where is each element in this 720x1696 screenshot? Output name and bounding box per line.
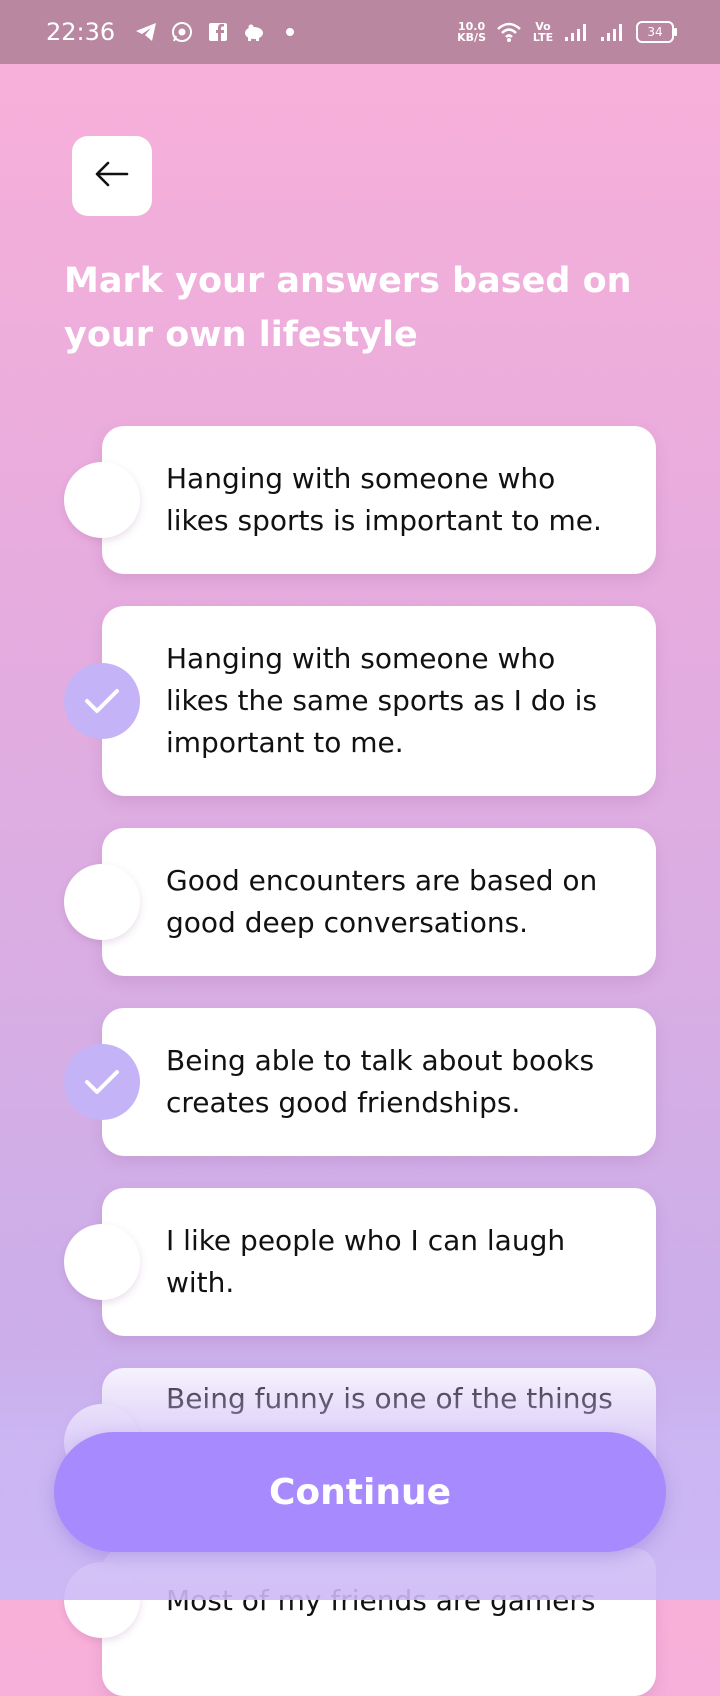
answer-option-5-checkbox[interactable]: [64, 1224, 140, 1300]
wifi-icon: [496, 19, 522, 45]
whatsapp-icon: [169, 19, 195, 45]
answer-option-5[interactable]: I like people who I can laugh with.: [102, 1188, 656, 1336]
answer-option-2[interactable]: Hanging with someone who likes the same …: [102, 606, 656, 796]
answer-option-4-checkbox[interactable]: [64, 1044, 140, 1120]
checkmark-icon: [85, 1070, 119, 1094]
answer-option-text: Most of my friends are gamers: [166, 1584, 596, 1617]
answer-option-4[interactable]: Being able to talk about books creates g…: [102, 1008, 656, 1156]
page-title: Mark your answers based on your own life…: [64, 261, 632, 355]
dot-icon: [277, 19, 303, 45]
arrow-left-icon: [95, 161, 129, 191]
status-time: 22:36: [46, 18, 116, 46]
answer-option-3[interactable]: Good encounters are based on good deep c…: [102, 828, 656, 976]
answer-option-text: I like people who I can laugh with.: [166, 1224, 566, 1299]
answer-option-text: Hanging with someone who likes sports is…: [166, 462, 602, 537]
answer-option-text: Being able to talk about books creates g…: [166, 1044, 595, 1119]
network-speed: 10.0 KB/S: [457, 21, 486, 43]
answer-option-7[interactable]: Most of my friends are gamers: [102, 1548, 656, 1696]
signal-icon: [600, 19, 626, 45]
piggy-bank-icon: [241, 19, 267, 45]
answer-option-3-checkbox[interactable]: [64, 864, 140, 940]
answer-option-text: Being funny is one of the things: [166, 1382, 613, 1415]
volte-label: Vo LTE: [532, 20, 554, 44]
answer-option-text: Hanging with someone who likes the same …: [166, 642, 597, 759]
system-icons: 10.0 KB/S Vo LTE 34: [457, 19, 677, 45]
status-bar: 22:36 10.0 KB/S Vo LTE 34: [0, 0, 720, 64]
checkmark-icon: [85, 689, 119, 713]
telegram-icon: [133, 19, 159, 45]
answer-option-2-checkbox[interactable]: [64, 663, 140, 739]
battery-indicator: 34: [636, 21, 677, 43]
network-speed-unit: KB/S: [457, 31, 486, 44]
facebook-icon: [205, 19, 231, 45]
back-button[interactable]: [72, 136, 152, 216]
notification-icons: [133, 19, 303, 45]
answer-option-1[interactable]: Hanging with someone who likes sports is…: [102, 426, 656, 574]
continue-button[interactable]: Continue: [54, 1432, 666, 1552]
signal-icon: [564, 19, 590, 45]
answer-option-text: Good encounters are based on good deep c…: [166, 864, 598, 939]
answer-option-1-checkbox[interactable]: [64, 462, 140, 538]
answer-option-7-checkbox[interactable]: [64, 1562, 140, 1638]
